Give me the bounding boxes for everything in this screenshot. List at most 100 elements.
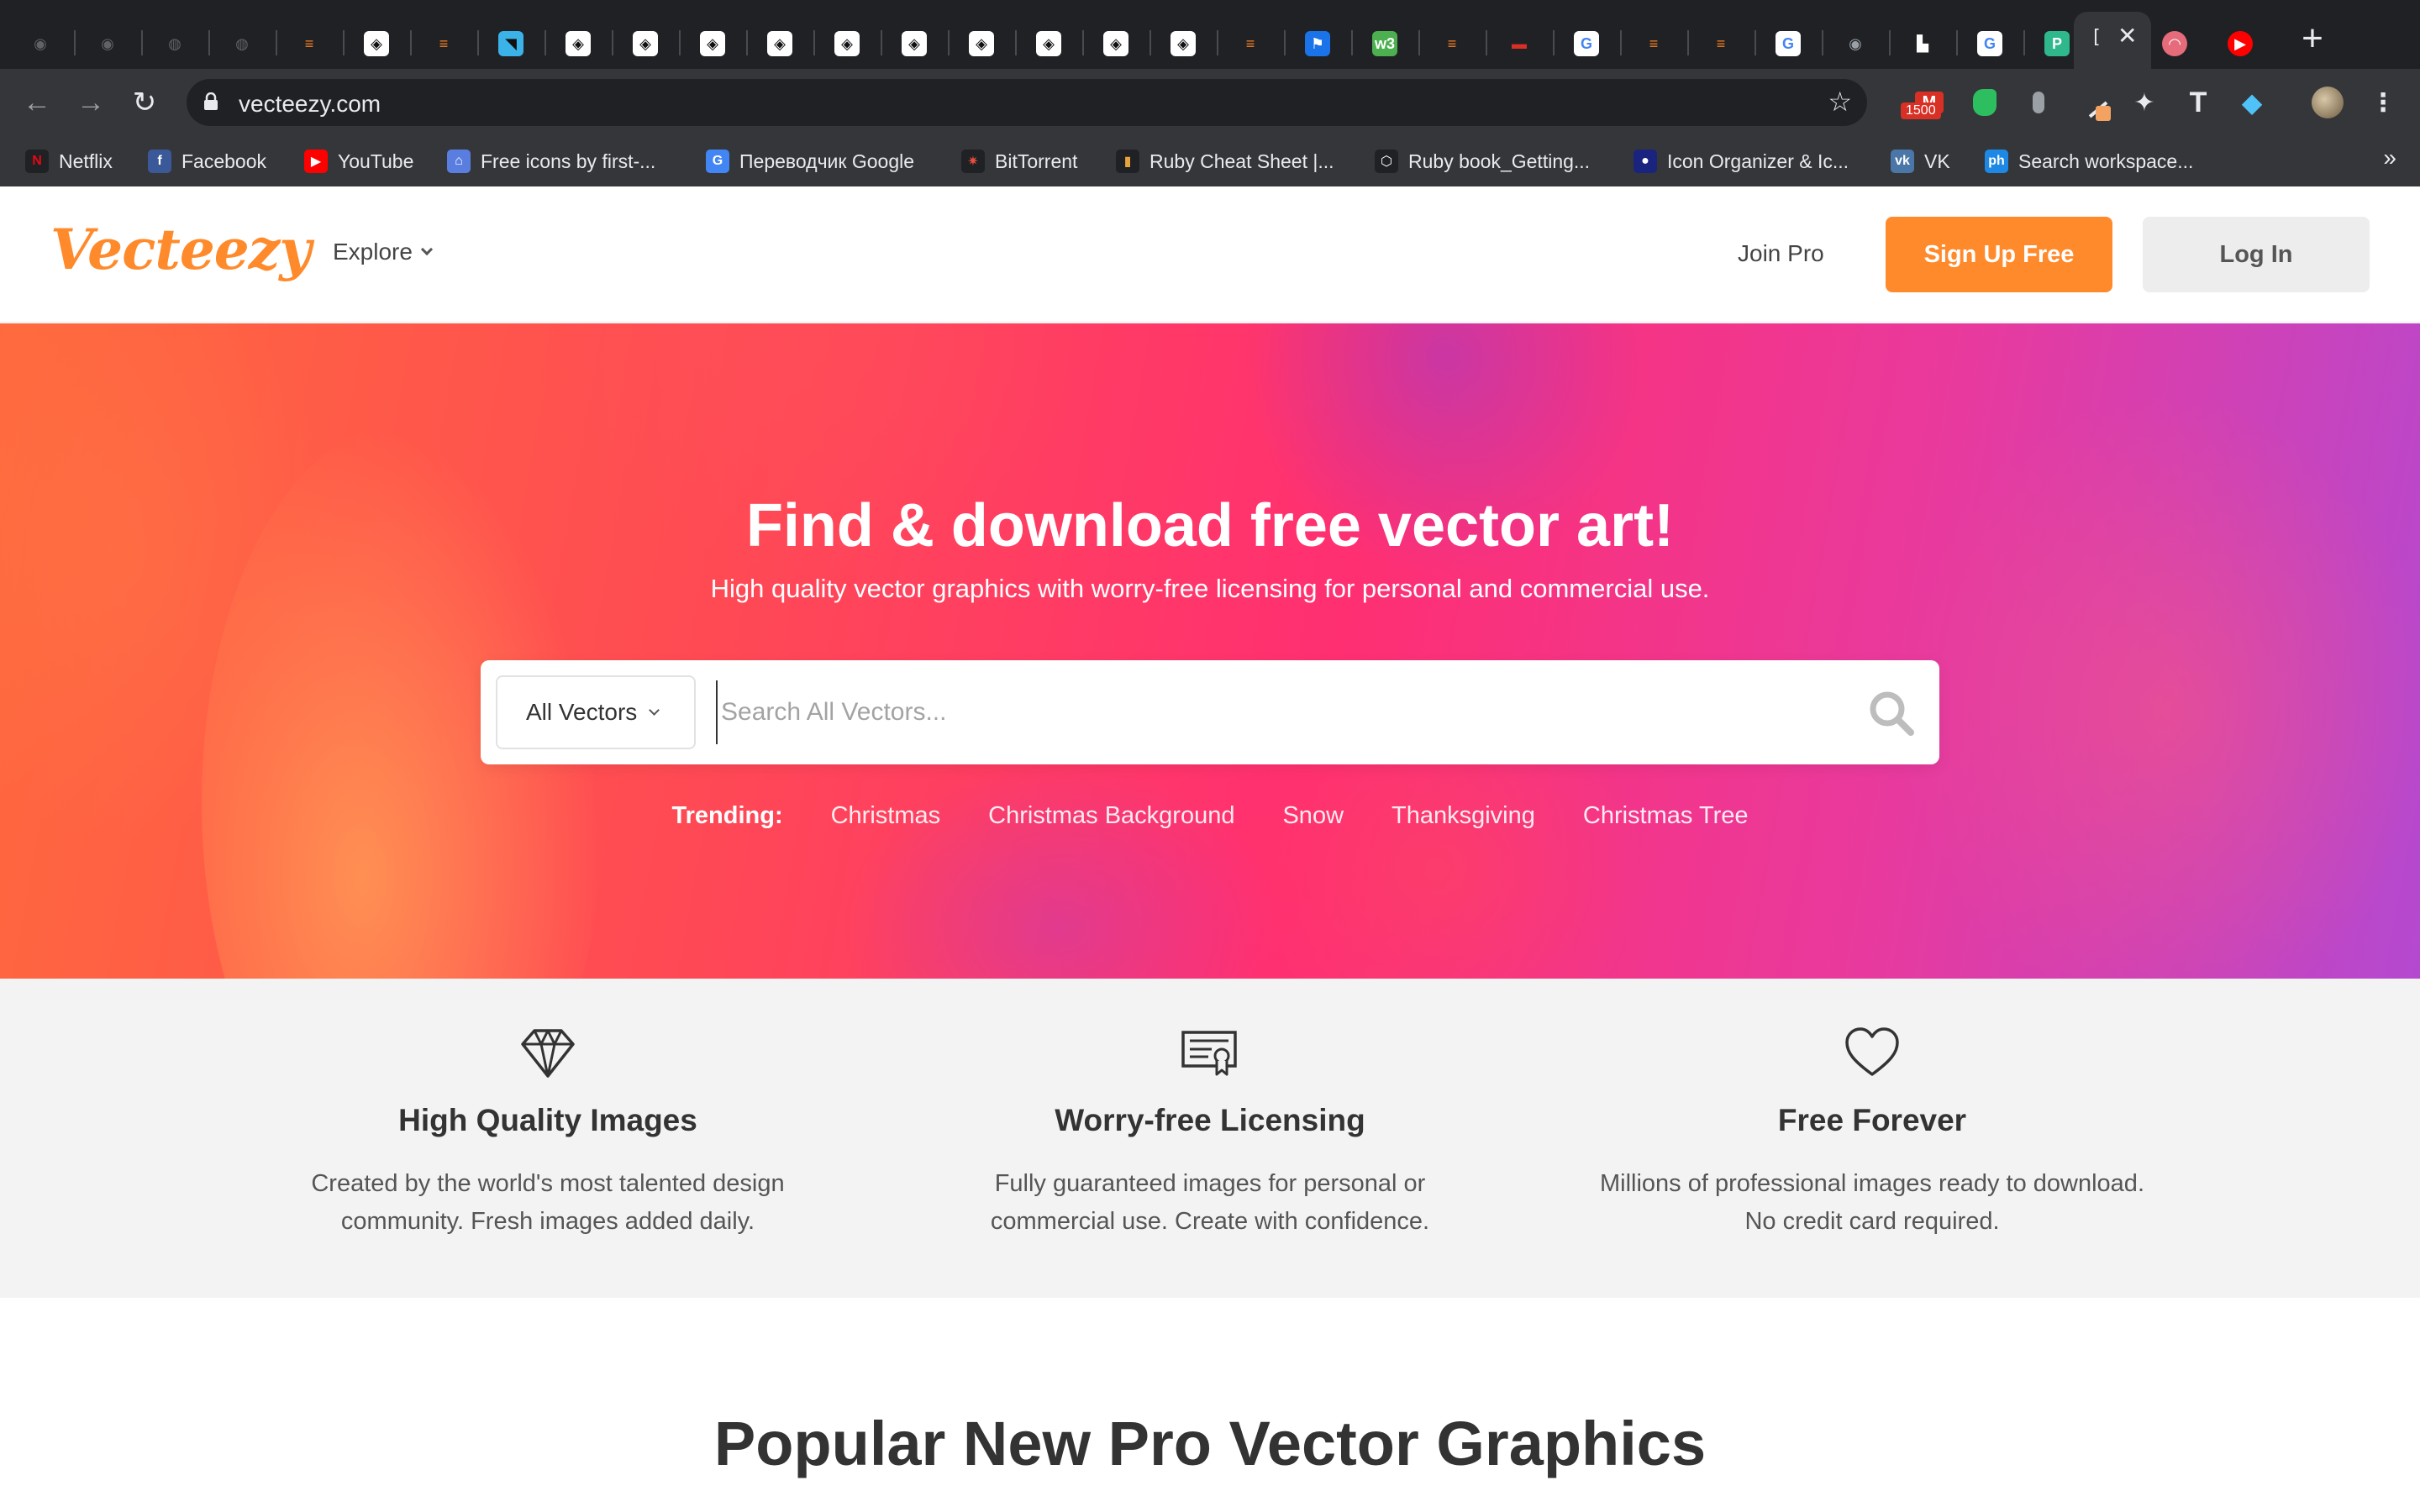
browser-tab[interactable]: ◈ — [891, 20, 938, 67]
evernote-extension-icon[interactable] — [1966, 84, 2003, 121]
forward-button[interactable]: → — [71, 82, 111, 123]
browser-tab[interactable]: ▙ — [1899, 20, 1946, 67]
browser-tab[interactable]: ◈ — [353, 20, 400, 67]
tab-separator — [948, 30, 950, 55]
bookmark-item[interactable]: N Netflix — [25, 146, 113, 176]
tab-separator — [1687, 30, 1689, 55]
explore-menu[interactable]: Explore — [333, 239, 434, 265]
explore-label: Explore — [333, 239, 413, 265]
browser-tab[interactable]: G — [1563, 20, 1610, 67]
bookmark-label: VK — [1924, 150, 1950, 172]
tab-separator — [141, 30, 143, 55]
browser-tab[interactable]: ◈ — [756, 20, 803, 67]
search-icon[interactable] — [1867, 689, 1916, 738]
loading-cursor-icon: [ — [2091, 27, 2102, 48]
trending-list: Trending: Christmas Christmas Background S… — [0, 802, 2420, 830]
browser-tab[interactable]: ◈ — [555, 20, 602, 67]
address-bar[interactable]: vecteezy.com ☆ — [187, 79, 1867, 126]
browser-menu-icon[interactable]: ⋮ — [2365, 84, 2402, 121]
reload-button[interactable]: ↻ — [124, 82, 165, 123]
stackoverflow-icon: ≡ — [1708, 31, 1733, 56]
bookmark-item[interactable]: ph Search workspace... — [1985, 146, 2193, 176]
bookmark-item[interactable]: ⌂ Free icons by first-... — [447, 146, 655, 176]
bookmark-item[interactable]: ✷ BitTorrent — [961, 146, 1077, 176]
icons8-icon: ⌂ — [447, 150, 471, 173]
browser-tab[interactable]: ≡ — [1227, 20, 1274, 67]
log-in-button[interactable]: Log In — [2143, 217, 2370, 292]
browser-tab[interactable]: ◈ — [622, 20, 669, 67]
feature-description-line: Created by the world's most talented des… — [311, 1170, 785, 1197]
browser-tab[interactable]: G — [1765, 20, 1812, 67]
trending-link[interactable]: Christmas Tree — [1583, 802, 1749, 830]
active-tab[interactable]: [ ✕ — [2074, 12, 2151, 69]
browser-tab[interactable]: G — [1966, 20, 2013, 67]
url-text: vecteezy.com — [239, 91, 381, 117]
search-input[interactable] — [716, 680, 1833, 744]
browser-tab[interactable]: ≡ — [1630, 20, 1677, 67]
diamond-extension-icon[interactable]: ◆ — [2233, 84, 2270, 121]
browser-tab[interactable]: w3 — [1361, 20, 1408, 67]
new-tab-button[interactable]: + — [2292, 18, 2333, 59]
browser-tab[interactable]: ◈ — [958, 20, 1005, 67]
hero-background-shape — [840, 760, 1277, 979]
trending-link[interactable]: Christmas Background — [988, 802, 1234, 830]
bookmark-item[interactable]: ⬡ Ruby book_Getting... — [1375, 146, 1590, 176]
browser-tab[interactable]: ◈ — [1025, 20, 1072, 67]
browser-chrome: [ ✕ + ◉ ◉ ◍ ◍ ≡ ◈ ≡ ◥ ◈ ◈ ◈ ◈ ◈ ◈ ◈ ◈ ◈ ◈ ≡ ⚑ w3 ≡ ▬ G ≡ ≡ G ◉ ▙ G P ◠ ▶… — [0, 0, 2420, 186]
tab-separator — [1217, 30, 1218, 55]
browser-tab[interactable]: P — [2033, 20, 2081, 67]
bookmark-item[interactable]: vk VK — [1891, 146, 1950, 176]
browser-tab[interactable]: ◉ — [84, 20, 131, 67]
browser-tab[interactable]: ◍ — [218, 20, 266, 67]
github-icon: ◉ — [28, 31, 53, 56]
codepen-icon: ◈ — [700, 31, 725, 56]
bookmark-item[interactable]: ● Icon Organizer & Ic... — [1634, 146, 1849, 176]
hexagon-icon: ⬡ — [1375, 150, 1398, 173]
browser-tab[interactable]: ≡ — [1428, 20, 1476, 67]
colorpicker-extension-icon[interactable] — [2074, 84, 2111, 121]
feature-description: Created by the world's most talented des… — [212, 1165, 884, 1241]
facebook-icon: f — [148, 150, 171, 173]
vecteezy-logo[interactable]: Vecteezy — [50, 217, 312, 282]
browser-tab[interactable]: ▬ — [1496, 20, 1543, 67]
browser-tab[interactable]: ⚑ — [1294, 20, 1341, 67]
close-tab-icon[interactable]: ✕ — [2118, 22, 2137, 50]
browser-tab[interactable]: ◍ — [151, 20, 198, 67]
hero-background-shape — [1899, 391, 2420, 979]
profile-avatar[interactable] — [2309, 84, 2346, 121]
tab-separator — [477, 30, 479, 55]
bookmark-item[interactable]: ▮ Ruby Cheat Sheet |... — [1116, 146, 1334, 176]
browser-tab[interactable]: ◈ — [823, 20, 871, 67]
extension-icon[interactable] — [2020, 84, 2057, 121]
browser-tab[interactable]: ◈ — [1092, 20, 1139, 67]
tab-separator — [276, 30, 277, 55]
text-extension-icon[interactable]: T — [2180, 84, 2217, 121]
search-category-select[interactable]: All Vectors — [496, 675, 696, 749]
browser-tab[interactable]: ◠ — [2151, 20, 2198, 67]
ph-icon: ph — [1985, 150, 2008, 173]
tab-separator — [1754, 30, 1756, 55]
browser-tab[interactable]: ◈ — [689, 20, 736, 67]
bookmarks-overflow-icon[interactable]: » — [2383, 144, 2396, 171]
bookmark-item[interactable]: ▶ YouTube — [304, 146, 413, 176]
browser-tab[interactable]: ▶ — [2217, 20, 2264, 67]
sign-up-button[interactable]: Sign Up Free — [1886, 217, 2112, 292]
browser-tab[interactable]: ≡ — [286, 20, 333, 67]
browser-tab[interactable]: ◉ — [1832, 20, 1879, 67]
trending-link[interactable]: Thanksgiving — [1392, 802, 1535, 830]
browser-tab[interactable]: ◥ — [487, 20, 534, 67]
browser-tab[interactable]: ≡ — [1697, 20, 1744, 67]
back-button[interactable]: ← — [17, 82, 57, 123]
trending-link[interactable]: Christmas — [831, 802, 941, 830]
browser-tab[interactable]: ◉ — [17, 20, 64, 67]
browser-tab[interactable]: ≡ — [420, 20, 467, 67]
trending-link[interactable]: Snow — [1282, 802, 1344, 830]
bookmark-star-icon[interactable]: ☆ — [1828, 86, 1852, 118]
join-pro-link[interactable]: Join Pro — [1738, 240, 1824, 267]
hero-subtitle: High quality vector graphics with worry-… — [710, 574, 1710, 603]
codepen-icon: ◈ — [1171, 31, 1196, 56]
bird-extension-icon[interactable]: ✦ — [2126, 84, 2163, 121]
bookmark-item[interactable]: f Facebook — [148, 146, 266, 176]
browser-tab[interactable]: ◈ — [1160, 20, 1207, 67]
bookmark-item[interactable]: G Переводчик Google — [706, 146, 914, 176]
